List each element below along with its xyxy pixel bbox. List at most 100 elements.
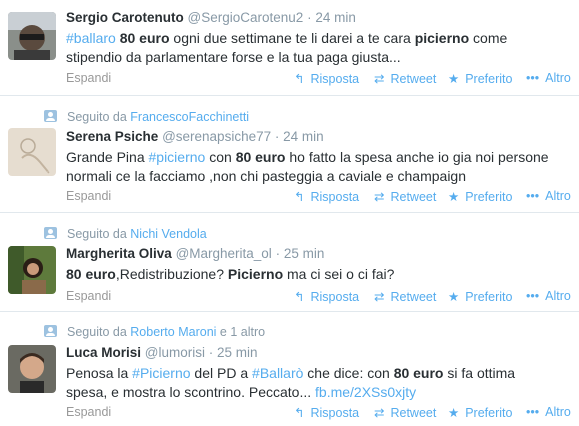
favorite-button[interactable]: ★ Preferito	[448, 189, 512, 204]
author-name[interactable]: Luca Morisi	[66, 345, 141, 360]
favorite-button[interactable]: ★ Preferito	[448, 289, 512, 304]
separator-dot: ·	[208, 345, 214, 360]
text-fragment: spesa, e mostra lo scontrino. Peccato...	[66, 384, 316, 400]
tweet-link[interactable]: fb.me/2XSs0xjty	[315, 384, 416, 400]
user-icon	[44, 325, 57, 337]
hashtag[interactable]: #ballaro	[66, 30, 116, 46]
user-icon	[44, 110, 57, 122]
tweet-text: #ballaro 80 euro ogni due settimane te l…	[66, 29, 571, 67]
hashtag[interactable]: #Picierno	[132, 365, 190, 381]
favorite-label: Preferito	[465, 190, 513, 204]
reply-icon: ↰	[294, 190, 305, 204]
tweet-text: Grande Pina #picierno con 80 euro ho fat…	[66, 148, 571, 186]
expand-link[interactable]: Espandi	[66, 71, 111, 85]
author-name[interactable]: Sergio Carotenuto	[66, 10, 184, 25]
more-icon: •••	[526, 405, 540, 419]
more-button[interactable]: ••• Altro	[526, 405, 571, 419]
avatar[interactable]	[8, 128, 56, 176]
highlight: Picierno	[227, 266, 284, 282]
retweet-button[interactable]: ⇄ Retweet	[374, 289, 436, 304]
retweet-icon: ⇄	[374, 406, 385, 420]
star-icon: ★	[448, 190, 460, 204]
text-fragment: ma ci sei o ci fai?	[283, 266, 395, 282]
avatar[interactable]	[8, 12, 56, 60]
more-icon: •••	[526, 71, 540, 85]
highlight: 80 euro	[235, 149, 286, 165]
avatar[interactable]	[8, 345, 56, 393]
tweet-3[interactable]: Seguito da Nichi Vendola Margherita Oliv…	[0, 213, 579, 312]
text-fragment: che dice: con	[303, 365, 394, 381]
tweet-text: Penosa la #Picierno del PD a #Ballarò ch…	[66, 364, 571, 402]
tweet-2[interactable]: Seguito da FrancescoFacchinetti Serena P…	[0, 96, 579, 213]
context-user-link[interactable]: Roberto Maroni	[130, 325, 216, 339]
author-handle[interactable]: @serenapsiche77	[162, 129, 271, 144]
retweet-button[interactable]: ⇄ Retweet	[374, 189, 436, 204]
reply-icon: ↰	[294, 406, 305, 420]
author-name[interactable]: Serena Psiche	[66, 129, 158, 144]
reply-button[interactable]: ↰ Risposta	[294, 289, 359, 304]
separator-dot: ·	[275, 246, 281, 261]
more-label: Altro	[545, 189, 571, 203]
favorite-button[interactable]: ★ Preferito	[448, 71, 512, 86]
text-fragment: ogni due settimane te li darei a te cara	[169, 30, 415, 46]
star-icon: ★	[448, 72, 460, 86]
author-handle[interactable]: @Margherita_ol	[176, 246, 272, 261]
follow-context: Seguito da Nichi Vendola	[44, 227, 207, 241]
retweet-icon: ⇄	[374, 72, 385, 86]
context-user-link[interactable]: FrancescoFacchinetti	[130, 110, 249, 124]
more-button[interactable]: ••• Altro	[526, 71, 571, 85]
hashtag[interactable]: #picierno	[149, 149, 206, 165]
timestamp[interactable]: 25 min	[217, 345, 258, 360]
retweet-label: Retweet	[390, 190, 437, 204]
retweet-button[interactable]: ⇄ Retweet	[374, 405, 436, 420]
highlight: 80 euro	[393, 365, 444, 381]
text-fragment: del PD a	[190, 365, 253, 381]
reply-label: Risposta	[310, 406, 360, 420]
author-handle[interactable]: @lumorisi	[145, 345, 205, 360]
more-icon: •••	[526, 289, 540, 303]
expand-link[interactable]: Espandi	[66, 289, 111, 303]
retweet-icon: ⇄	[374, 190, 385, 204]
retweet-icon: ⇄	[374, 290, 385, 304]
tweet-text: 80 euro,Redistribuzione? Picierno ma ci …	[66, 265, 571, 284]
more-button[interactable]: ••• Altro	[526, 289, 571, 303]
reply-button[interactable]: ↰ Risposta	[294, 189, 359, 204]
reply-label: Risposta	[310, 190, 360, 204]
timestamp[interactable]: 25 min	[284, 246, 325, 261]
expand-link[interactable]: Espandi	[66, 189, 111, 203]
favorite-button[interactable]: ★ Preferito	[448, 405, 512, 420]
separator-dot: ·	[307, 10, 312, 25]
favorite-label: Preferito	[465, 290, 513, 304]
author-handle[interactable]: @SergioCarotenu2	[188, 10, 304, 25]
reply-button[interactable]: ↰ Risposta	[294, 71, 359, 86]
avatar[interactable]	[8, 246, 56, 294]
reply-label: Risposta	[310, 72, 360, 86]
timestamp[interactable]: 24 min	[315, 10, 356, 25]
retweet-button[interactable]: ⇄ Retweet	[374, 71, 436, 86]
context-prefix: Seguito da	[67, 227, 127, 241]
favorite-label: Preferito	[465, 406, 513, 420]
retweet-label: Retweet	[390, 290, 437, 304]
more-button[interactable]: ••• Altro	[526, 189, 571, 203]
context-prefix: Seguito da	[67, 325, 127, 339]
hashtag[interactable]: #Ballarò	[252, 365, 303, 381]
follow-context: Seguito da FrancescoFacchinetti	[44, 110, 249, 124]
reply-button[interactable]: ↰ Risposta	[294, 405, 359, 420]
expand-link[interactable]: Espandi	[66, 405, 111, 419]
tweet-4[interactable]: Seguito da Roberto Maroni e 1 altro Luca…	[0, 312, 579, 426]
reply-icon: ↰	[294, 290, 305, 304]
highlight: 80 euro	[66, 266, 116, 282]
separator-dot: ·	[274, 129, 280, 144]
author-name[interactable]: Margherita Oliva	[66, 246, 172, 261]
context-user-link[interactable]: Nichi Vendola	[130, 227, 206, 241]
reply-label: Risposta	[310, 290, 360, 304]
context-suffix: e 1 altro	[219, 325, 266, 339]
text-fragment: con	[205, 149, 236, 165]
timestamp[interactable]: 24 min	[283, 129, 324, 144]
text-line: normali ce la facciamo ,non chi pasteggi…	[66, 168, 467, 184]
star-icon: ★	[448, 290, 460, 304]
tweet-1[interactable]: Sergio Carotenuto @SergioCarotenu2 · 24 …	[0, 0, 579, 96]
text-fragment: ho fatto la spesa anche io gia noi perso…	[285, 149, 549, 165]
highlight: picierno	[414, 30, 470, 46]
context-prefix: Seguito da	[67, 110, 127, 124]
